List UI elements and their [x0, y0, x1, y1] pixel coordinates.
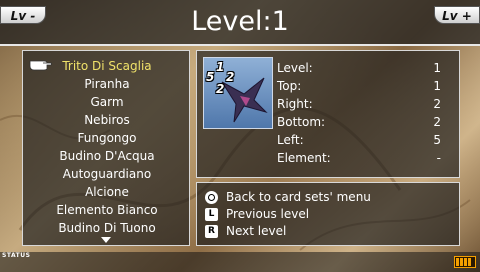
- battery-icon: [454, 256, 476, 268]
- stat-value-left: 5: [433, 133, 441, 147]
- stat-value-top: 1: [433, 79, 441, 93]
- stat-label-bottom: Bottom:: [277, 115, 326, 129]
- stat-value-element: -: [436, 151, 441, 165]
- help-text-previous: Previous level: [226, 207, 310, 221]
- rank-right: 2: [226, 70, 235, 84]
- help-text-next: Next level: [226, 224, 287, 238]
- card-list: Trito Di Scaglia Piranha Garm Nebiros Fu…: [22, 50, 190, 246]
- controls-help: Back to card sets' menu L Previous level…: [196, 182, 460, 246]
- stat-label-right: Right:: [277, 97, 313, 111]
- list-item[interactable]: Garm: [23, 93, 191, 111]
- list-item[interactable]: Budino D'Acqua: [23, 147, 191, 165]
- rank-bottom: 2: [216, 82, 225, 96]
- card-details: 1 5 2 2 Level: 1 Top: 1 Right: 2 Bottom:…: [196, 50, 460, 178]
- list-item[interactable]: Piranha: [23, 75, 191, 93]
- l-button-icon: L: [205, 208, 218, 221]
- page-title: Level:1: [191, 6, 289, 37]
- list-item[interactable]: Elemento Bianco: [23, 201, 191, 219]
- status-label: STATUS: [2, 252, 31, 259]
- stat-value-level: 1: [433, 61, 441, 75]
- card-image: 1 5 2 2: [203, 57, 273, 129]
- stat-label-element: Element:: [277, 151, 331, 165]
- help-row-back[interactable]: Back to card sets' menu: [205, 189, 455, 206]
- list-item[interactable]: Autoguardiano: [23, 165, 191, 183]
- list-item[interactable]: Budino Di Tuono: [23, 219, 191, 237]
- list-item[interactable]: Alcione: [23, 183, 191, 201]
- stat-value-bottom: 2: [433, 115, 441, 129]
- scroll-down-arrow-icon[interactable]: [101, 237, 111, 243]
- stat-label-top: Top:: [277, 79, 302, 93]
- help-row-next[interactable]: R Next level: [205, 223, 455, 240]
- header-bar: Lv - Level:1 Lv +: [0, 0, 480, 46]
- status-bar: STATUS: [0, 252, 480, 272]
- stat-label-left: Left:: [277, 133, 304, 147]
- stat-label-level: Level:: [277, 61, 313, 75]
- list-item[interactable]: Nebiros: [23, 111, 191, 129]
- list-item[interactable]: Trito Di Scaglia: [23, 57, 191, 75]
- circle-button-icon: [205, 191, 218, 204]
- help-text-back: Back to card sets' menu: [226, 190, 371, 204]
- monster-illustration: [221, 77, 268, 123]
- stat-value-right: 2: [433, 97, 441, 111]
- help-row-previous[interactable]: L Previous level: [205, 206, 455, 223]
- r-button-icon: R: [205, 225, 218, 238]
- rank-left: 5: [206, 70, 215, 84]
- list-item[interactable]: Fungongo: [23, 129, 191, 147]
- level-up-button[interactable]: Lv +: [434, 6, 480, 24]
- rank-top: 1: [216, 60, 225, 74]
